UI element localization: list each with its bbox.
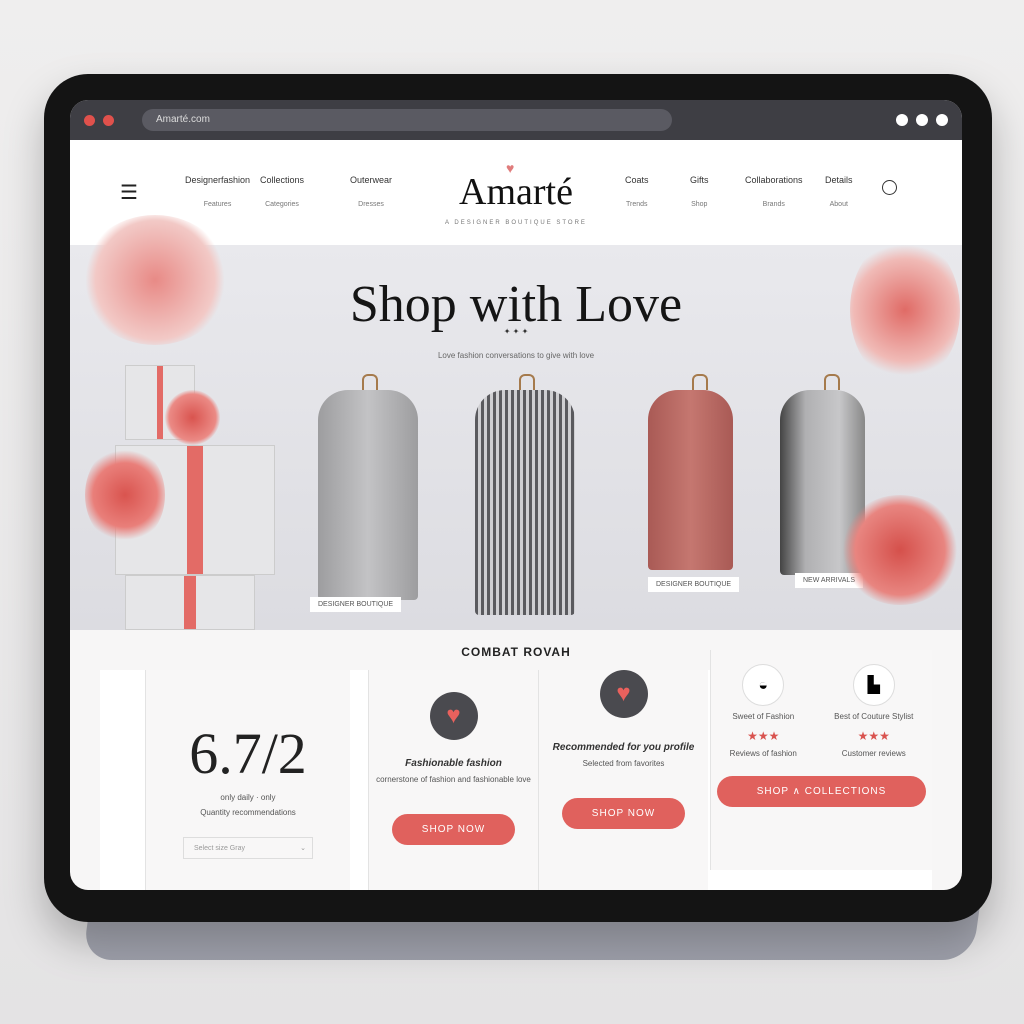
stat-number: 6.7/2 — [189, 721, 307, 786]
gift-box — [125, 575, 255, 630]
hero-subtitle: Love fashion conversations to give with … — [437, 351, 595, 360]
chevron-down-icon: ⌄ — [300, 845, 306, 852]
card-desc: cornerstone of fashion and fashionable l… — [376, 775, 531, 784]
cards-row: 6.7/2 only daily · only Quantity recomme… — [100, 650, 932, 890]
stat-sub: only daily · only — [220, 793, 276, 802]
product-label: DESIGNER BOUTIQUE — [310, 597, 402, 612]
nav-item[interactable]: Coats Trends — [625, 175, 649, 208]
stat-desc: Quantity recommendations — [200, 808, 296, 817]
card-fashion: ♥ Fashionable fashion cornerstone of fas… — [368, 670, 538, 890]
flower-decoration — [840, 495, 960, 605]
shop-now-button[interactable]: SHOP NOW — [391, 814, 516, 845]
card-title: Recommended for you profile — [552, 742, 695, 753]
browser-bar: Amarté.com — [70, 100, 962, 140]
nav-sub[interactable]: Brands — [745, 201, 803, 208]
select-value: Select size Gray — [194, 845, 245, 852]
browser-button-icon[interactable] — [916, 114, 928, 126]
review-title: Sweet of Fashion — [732, 712, 795, 721]
review-title: Best of Couture Stylist — [834, 712, 914, 721]
product-label: DESIGNER BOUTIQUE — [648, 577, 740, 592]
review: ▙ Best of Couture Stylist ★★★ Customer revi… — [834, 664, 913, 758]
card-stat: 6.7/2 only daily · only Quantity recomme… — [145, 670, 350, 890]
coat-striped[interactable] — [475, 374, 575, 615]
site-header: ☰ Designerfashion Features Collections Cat… — [70, 140, 962, 245]
nav-label: Coats — [625, 175, 649, 185]
nav-sub[interactable]: Shop — [690, 201, 709, 208]
close-dot[interactable] — [84, 114, 95, 126]
search-icon[interactable] — [882, 180, 897, 195]
bag-icon: ◒ — [742, 664, 785, 706]
coat-gray[interactable] — [318, 374, 418, 600]
url-bar[interactable]: Amarté.com — [142, 109, 672, 131]
flower-decoration — [165, 390, 220, 445]
browser-button-icon[interactable] — [896, 114, 908, 126]
star-rating: ★★★ — [857, 729, 890, 743]
nav-label: Collaborations — [745, 175, 803, 185]
hero-banner: Shop with Love ✦ ✦ ✦ Love fashion conver… — [70, 215, 962, 630]
review-note: Reviews of fashion — [729, 749, 797, 758]
nav-item[interactable]: Collaborations Brands — [745, 175, 803, 208]
nav-sub[interactable]: About — [825, 201, 853, 208]
flower-decoration — [80, 215, 230, 345]
nav-label: Details — [825, 175, 853, 185]
screen: Amarté.com ☰ Designerfashion Features Col… — [70, 100, 962, 890]
card-recommended: ♥ Recommended for you profile Selected f… — [538, 670, 708, 890]
star-rating: ★★★ — [747, 729, 780, 743]
card-reviews: ◒ Sweet of Fashion ★★★ Reviews of fashion ▙… — [710, 650, 932, 870]
flower-decoration — [85, 445, 165, 545]
heart-icon: ♥ — [429, 692, 478, 740]
nav-item[interactable]: Gifts Shop — [690, 175, 709, 208]
shop-collections-button[interactable]: SHOP ∧ COLLECTIONS — [716, 776, 927, 807]
flower-decoration — [850, 235, 960, 385]
coat-rose[interactable] — [648, 374, 733, 570]
review-note: Customer reviews — [841, 749, 906, 758]
nav-label: Gifts — [690, 175, 709, 185]
review: ◒ Sweet of Fashion ★★★ Reviews of fashion — [730, 664, 797, 758]
shopping-bag-icon: ▙ — [852, 664, 895, 706]
tagline: A DESIGNER BOUTIQUE STORE — [445, 220, 587, 226]
minimize-dot[interactable] — [103, 114, 114, 126]
nav-item[interactable]: Details About — [825, 175, 853, 208]
heart-icon: ♥ — [599, 670, 648, 718]
size-select[interactable]: Select size Gray ⌄ — [183, 837, 313, 859]
card-title: Fashionable fashion — [405, 758, 502, 769]
shop-now-button[interactable]: SHOP NOW — [561, 798, 686, 829]
browser-button-icon[interactable] — [936, 114, 948, 126]
card-desc: Selected from favorites — [582, 759, 665, 768]
nav-sub[interactable]: Trends — [625, 201, 649, 208]
